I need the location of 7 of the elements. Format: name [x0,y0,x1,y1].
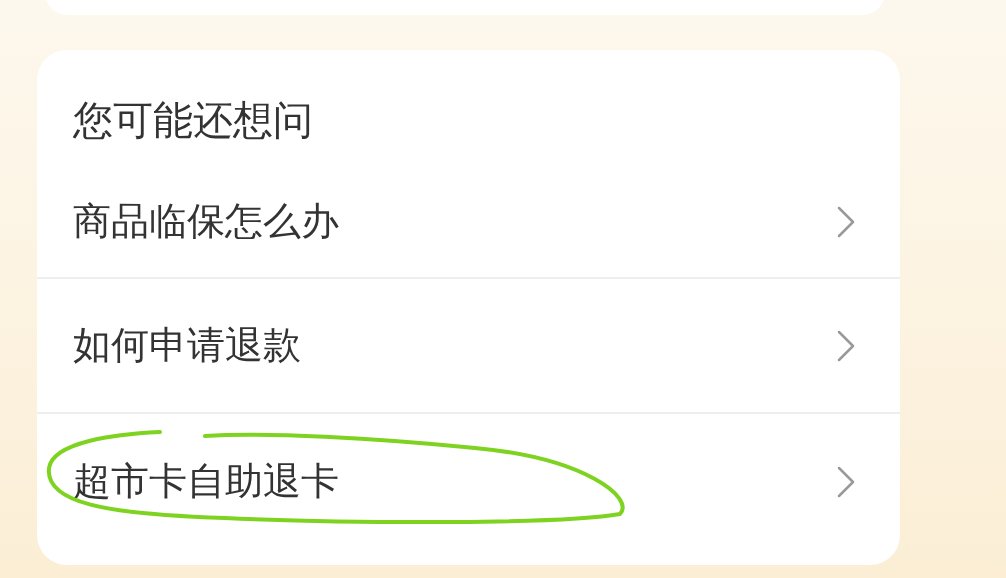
chevron-right-icon [836,464,856,499]
question-item[interactable]: 如何申请退款 [37,279,900,414]
question-item[interactable]: 商品临保怎么办 [37,166,900,279]
section-title: 您可能还想问 [73,97,313,143]
chevron-right-icon [836,328,856,363]
chevron-right-icon [836,204,856,239]
question-item[interactable]: 超市卡自助退卡 [37,414,900,549]
